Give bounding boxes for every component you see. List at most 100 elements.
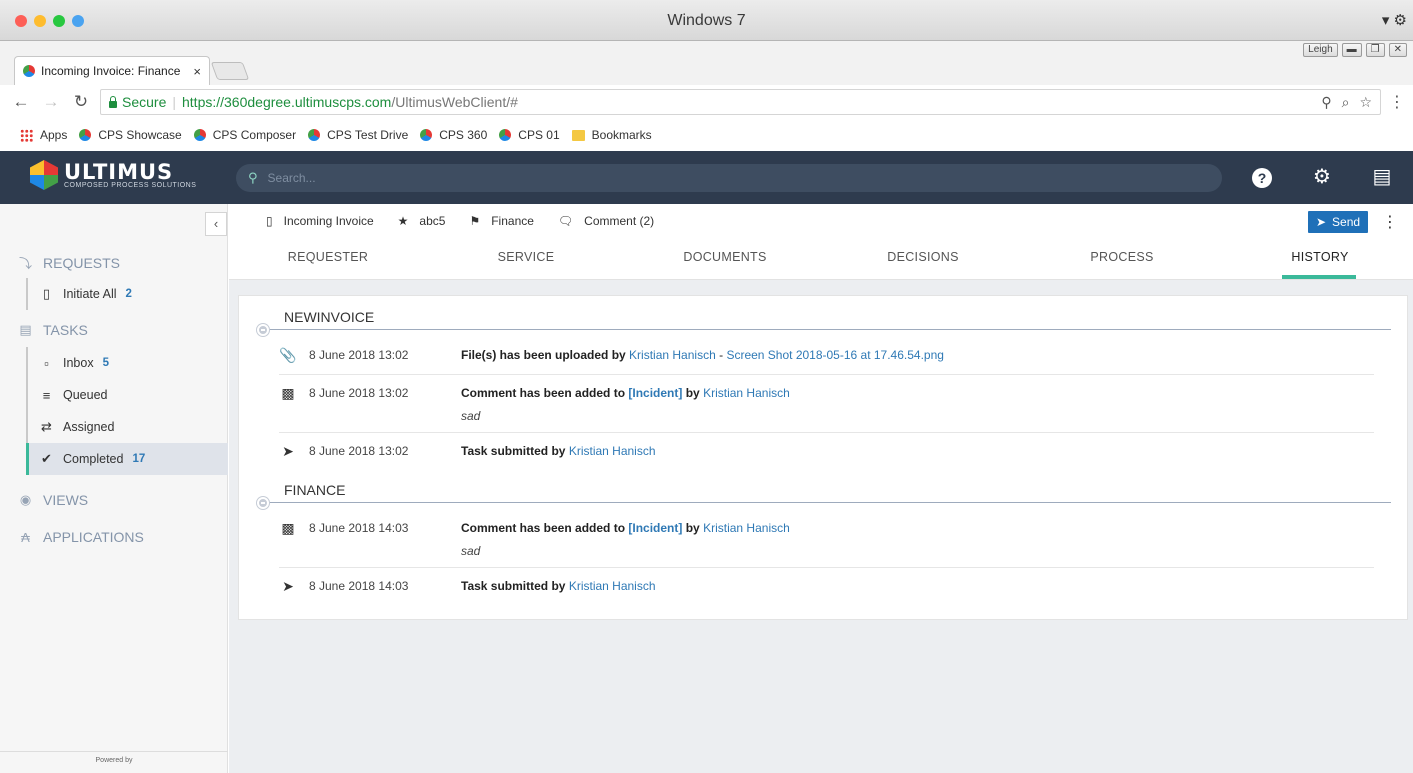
help-icon[interactable]: ? <box>1251 166 1273 188</box>
minimize-icon[interactable]: ▬ <box>1341 43 1362 57</box>
sidebar-section-requests[interactable]: ⤵ REQUESTS <box>18 253 120 272</box>
user-link[interactable]: Kristian Hanisch <box>703 521 790 535</box>
task-tabs: REQUESTER SERVICE DOCUMENTS DECISIONS PR… <box>229 242 1413 280</box>
bookmark-apps[interactable]: Apps <box>20 128 67 142</box>
section-label: TASKS <box>43 322 88 338</box>
bookmarks-bar: Apps CPS Showcase CPS Composer CPS Test … <box>0 119 1413 151</box>
cps-icon <box>499 129 512 141</box>
settings-icon[interactable]: ⚙ <box>1311 166 1333 188</box>
sidebar-item-initiate-all[interactable]: ▯ Initiate All 2 <box>26 278 228 310</box>
entry-action: Task submitted by <box>461 579 566 593</box>
section-label: VIEWS <box>43 492 89 508</box>
back-icon[interactable]: ← <box>10 92 32 112</box>
comment-count: Comment (2) <box>584 214 655 228</box>
bookmark-cps-showcase[interactable]: CPS Showcase <box>79 128 182 142</box>
send-label: Send <box>1332 215 1361 229</box>
tab-service[interactable]: SERVICE <box>498 250 555 264</box>
bookmark-label: CPS Composer <box>212 128 297 142</box>
history-entry: 📎 8 June 2018 13:02 File(s) has been upl… <box>279 347 1374 375</box>
address-bar[interactable]: Secure | https://360degree.ultimuscps.co… <box>100 89 1381 115</box>
ultimus-logo[interactable]: ULTIMUS COMPOSED PROCESS SOLUTIONS <box>30 160 196 190</box>
bookmark-cps-composer[interactable]: CPS Composer <box>193 128 297 142</box>
history-entry: ➤ 8 June 2018 13:02 Task submitted by Kr… <box>279 443 1374 471</box>
paperclip-icon: 📎 <box>279 347 297 363</box>
bookmark-cps-360[interactable]: CPS 360 <box>420 128 487 142</box>
step-name: Finance <box>491 214 534 228</box>
user-link[interactable]: Kristian Hanisch <box>569 579 656 593</box>
tab-history[interactable]: HISTORY <box>1291 250 1348 264</box>
tasks-icon: ▤ <box>19 322 32 337</box>
user-link[interactable]: Kristian Hanisch <box>703 386 790 400</box>
tab-requester[interactable]: REQUESTER <box>288 250 369 264</box>
more-options-icon[interactable]: ⋮ <box>1382 212 1398 232</box>
tab-process[interactable]: PROCESS <box>1090 250 1153 264</box>
group-divider <box>266 329 1391 330</box>
sidebar-section-views[interactable]: ◉ VIEWS <box>18 492 88 508</box>
collapse-group-icon[interactable] <box>257 324 269 336</box>
zoom-icon[interactable]: ⌕ <box>1342 94 1350 111</box>
url-divider: | <box>172 94 176 110</box>
user-link[interactable]: Kristian Hanisch <box>629 348 716 362</box>
bookmark-folder[interactable]: Bookmarks <box>571 128 652 142</box>
window-menu-icon[interactable]: ▾ ⚙ <box>1382 11 1407 29</box>
tab-decisions[interactable]: DECISIONS <box>887 250 958 264</box>
collapse-sidebar-button[interactable]: ‹ <box>205 212 227 236</box>
active-tab-indicator <box>1282 275 1356 279</box>
sidebar-item-inbox[interactable]: ▫ Inbox 5 <box>26 347 228 379</box>
meta-step: ⚑ Finance <box>469 214 533 228</box>
menu-icon[interactable]: ▤ <box>1371 166 1393 188</box>
browser-tab[interactable]: Incoming Invoice: Finance × <box>14 56 210 85</box>
traffic-light-icon: ▯ <box>266 214 273 228</box>
item-label: Initiate All <box>63 287 117 301</box>
profile-button[interactable]: Leigh <box>1303 43 1338 57</box>
secure-indicator[interactable]: Secure <box>109 94 166 110</box>
entry-by: by <box>685 386 700 400</box>
incident-link[interactable]: [Incident] <box>628 521 682 535</box>
secure-label: Secure <box>122 94 167 110</box>
sidebar-section-tasks[interactable]: ▤ TASKS <box>18 322 88 338</box>
star-icon[interactable]: ☆ <box>1359 94 1372 111</box>
powered-label: Powered by <box>95 757 133 764</box>
entry-text: Task submitted by Kristian Hanisch <box>461 579 656 593</box>
logo-text: ULTIMUS <box>64 159 174 184</box>
history-group-title: FINANCE <box>284 482 346 498</box>
entry-date: 8 June 2018 14:03 <box>309 521 409 535</box>
send-icon: ➤ <box>282 443 294 459</box>
entry-action: Task submitted by <box>461 444 566 458</box>
reload-icon[interactable]: ↻ <box>70 92 92 112</box>
meta-comment[interactable]: 🗨 Comment (2) <box>558 214 654 228</box>
item-label: Inbox <box>63 356 94 370</box>
collapse-group-icon[interactable] <box>257 497 269 509</box>
sidebar-item-assigned[interactable]: ⇄ Assigned <box>26 411 228 443</box>
entry-dash: - <box>719 348 724 362</box>
send-button[interactable]: ➤ Send <box>1308 211 1368 233</box>
restore-icon[interactable]: ❐ <box>1365 43 1385 57</box>
bookmark-cps-01[interactable]: CPS 01 <box>499 128 560 142</box>
sidebar-item-completed[interactable]: ✔ Completed 17 <box>26 443 228 475</box>
entry-text: Comment has been added to [Incident] by … <box>461 521 790 535</box>
key-icon[interactable]: ⚲ <box>1321 94 1331 111</box>
inbox-icon: ▫ <box>44 355 49 371</box>
file-link[interactable]: Screen Shot 2018-05-16 at 17.46.54.png <box>726 348 944 362</box>
tab-close-icon[interactable]: × <box>193 64 201 79</box>
history-entry: ▩ 8 June 2018 14:03 Comment has been add… <box>279 520 1374 568</box>
search-input[interactable]: ⚲ Search... <box>236 164 1222 192</box>
item-count: 2 <box>125 288 132 300</box>
new-tab-button[interactable] <box>210 62 250 80</box>
tab-documents[interactable]: DOCUMENTS <box>683 250 766 264</box>
entry-action: Comment has been added to <box>461 386 626 400</box>
incident-link[interactable]: [Incident] <box>628 386 682 400</box>
forward-icon[interactable]: → <box>40 92 62 112</box>
apps-icon <box>20 128 33 142</box>
tab-title: Incoming Invoice: Finance <box>41 64 181 78</box>
sidebar-item-queued[interactable]: ≡ Queued <box>26 379 228 411</box>
bookmark-cps-test-drive[interactable]: CPS Test Drive <box>308 128 408 142</box>
browser-menu-icon[interactable]: ⋮ <box>1389 92 1405 112</box>
entry-date: 8 June 2018 14:03 <box>309 579 409 593</box>
sidebar-section-applications[interactable]: ₳ APPLICATIONS <box>18 529 144 545</box>
browser-chrome: Leigh ▬ ❐ ✕ Incoming Invoice: Finance × … <box>0 41 1413 151</box>
user-link[interactable]: Kristian Hanisch <box>569 444 656 458</box>
close-icon[interactable]: ✕ <box>1388 43 1407 57</box>
main-content: ▯ Incoming Invoice ★ abc5 ⚑ Finance 🗨 Commen… <box>229 204 1413 773</box>
entry-text: Task submitted by Kristian Hanisch <box>461 444 656 458</box>
